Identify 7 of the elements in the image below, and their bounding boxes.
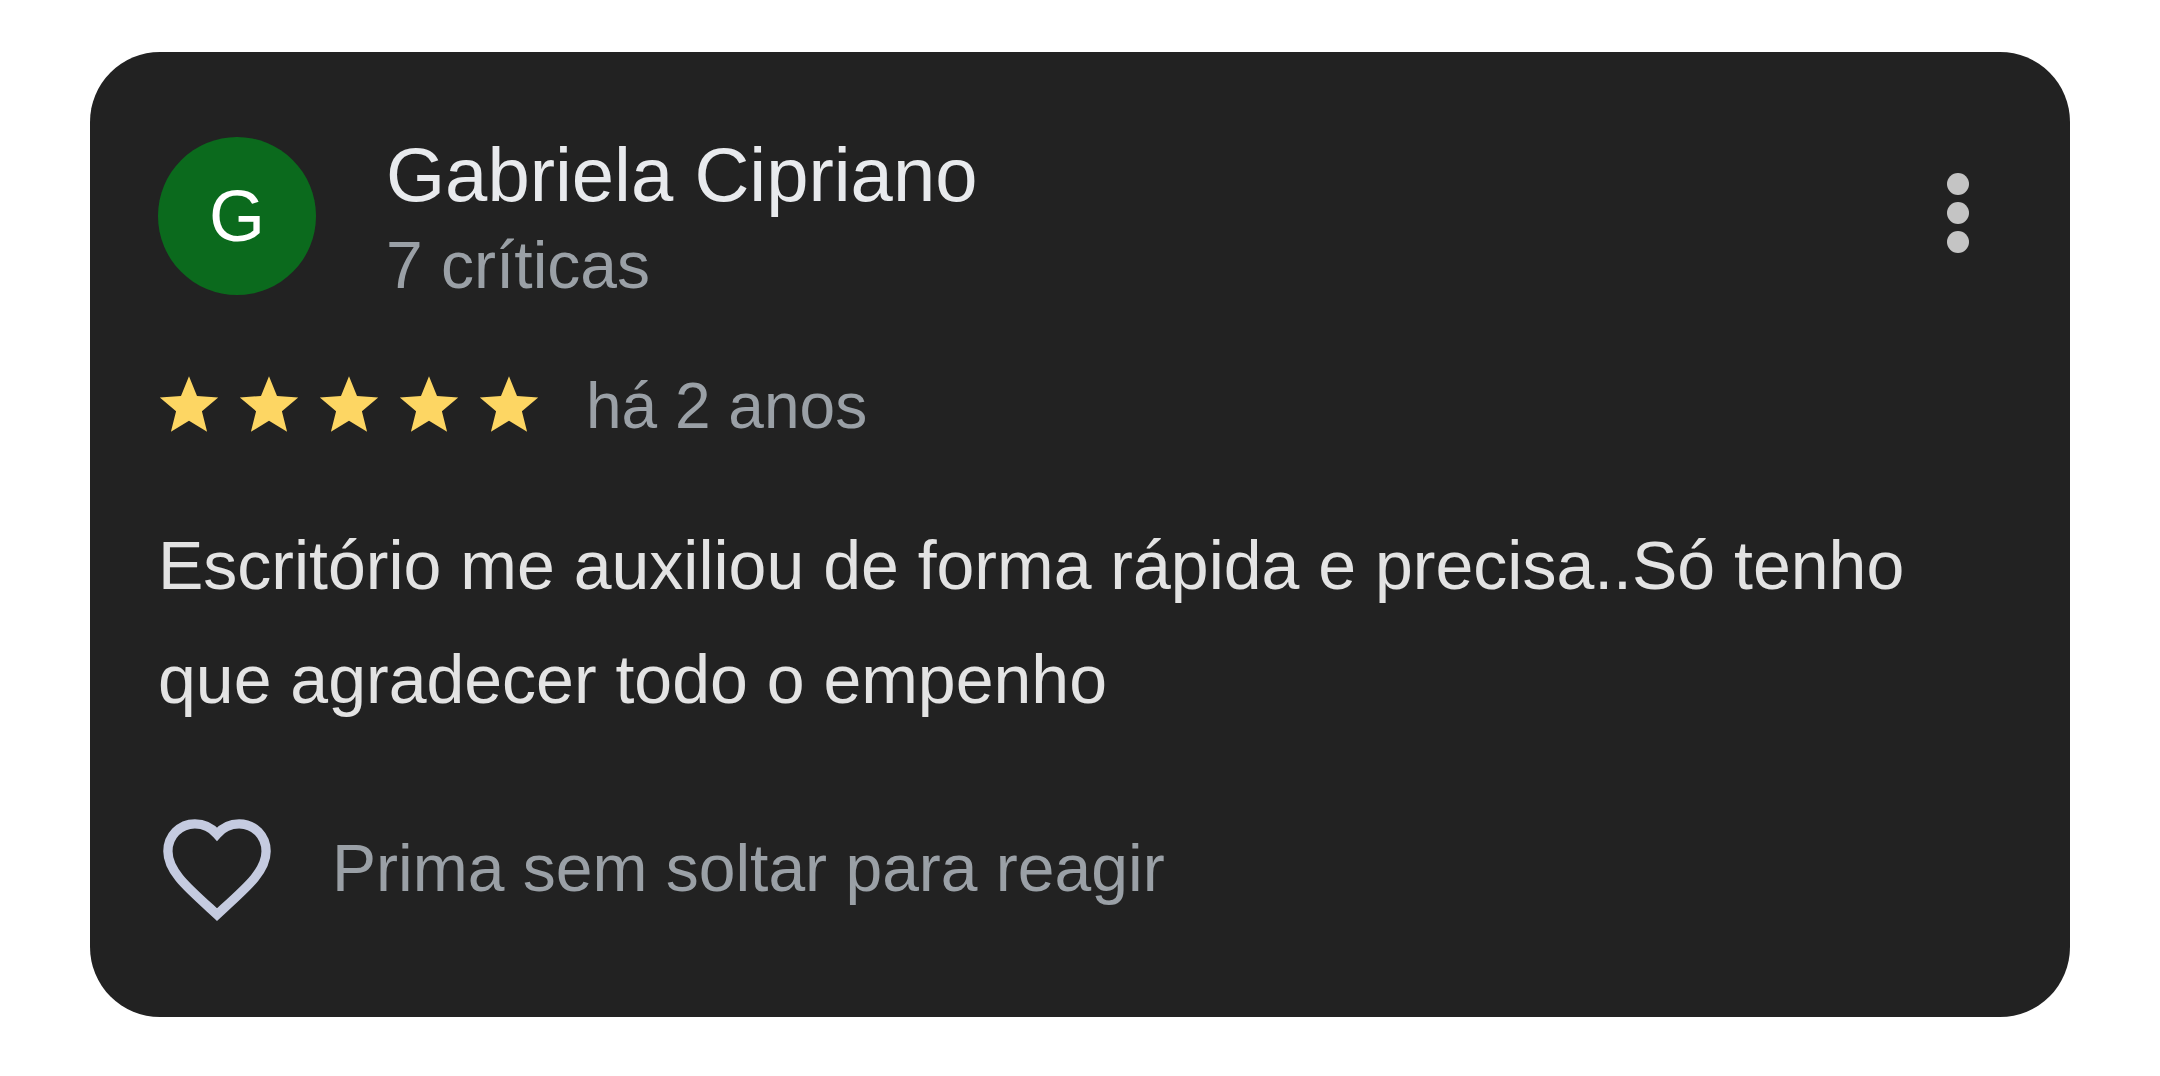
author-name[interactable]: Gabriela Cipriano xyxy=(386,127,978,223)
more-options-icon[interactable] xyxy=(1946,172,1970,254)
review-count: 7 críticas xyxy=(386,227,652,304)
avatar[interactable]: G xyxy=(158,137,316,295)
reaction-hint: Prima sem soltar para reagir xyxy=(332,829,1165,907)
review-text: Escritório me auxiliou de forma rápida e precisa..Só tenho que agradecer todo o empenho xyxy=(158,526,1906,719)
review-time: há 2 anos xyxy=(586,369,868,444)
